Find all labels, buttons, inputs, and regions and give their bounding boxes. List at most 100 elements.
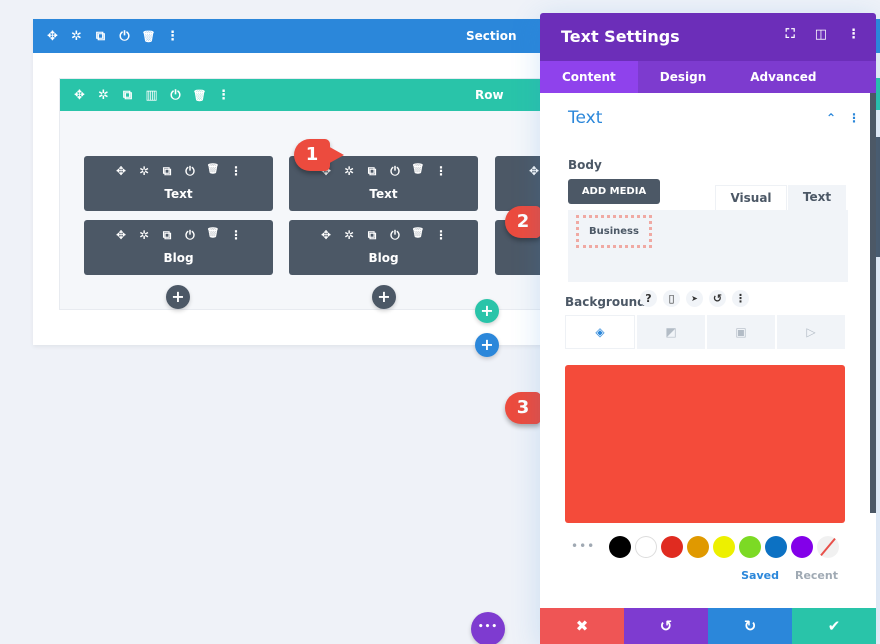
- swatch-blue[interactable]: [765, 536, 787, 558]
- gear-icon[interactable]: ✲: [342, 228, 356, 243]
- background-color-preview[interactable]: [565, 365, 845, 523]
- trash-icon[interactable]: 🗑: [206, 164, 220, 179]
- phone-icon[interactable]: ▯: [663, 290, 680, 307]
- add-row-button[interactable]: +: [475, 299, 499, 323]
- gear-icon[interactable]: ✲: [69, 29, 84, 44]
- undo-button[interactable]: ↺: [624, 608, 708, 644]
- focus-icon[interactable]: ⛶: [786, 27, 795, 42]
- move-icon[interactable]: ✥: [114, 164, 128, 179]
- swatch-black[interactable]: [609, 536, 631, 558]
- save-button[interactable]: ✔: [792, 608, 876, 644]
- toggle-title[interactable]: Text: [568, 108, 602, 128]
- section-title: Section: [466, 29, 517, 43]
- swatch-yellow[interactable]: [713, 536, 735, 558]
- swatch-white[interactable]: [635, 536, 657, 558]
- swatch-purple[interactable]: [791, 536, 813, 558]
- more-icon[interactable]: ⋮: [229, 228, 243, 243]
- module-label: Text: [369, 187, 398, 201]
- more-icon[interactable]: ⋮: [847, 27, 860, 42]
- modal-title: Text Settings: [561, 27, 680, 46]
- image-icon[interactable]: ▣: [707, 315, 775, 349]
- more-icon[interactable]: ⋮: [732, 290, 749, 307]
- move-icon[interactable]: ✥: [319, 228, 333, 243]
- duplicate-icon[interactable]: ⧉: [160, 164, 174, 179]
- more-icon[interactable]: ⋮: [434, 228, 448, 243]
- swatch-none-icon[interactable]: [817, 536, 839, 558]
- modal-body: Text ⌃ ⋮ Body ADD MEDIA Visual Text Busi…: [540, 93, 876, 608]
- module-blog-2[interactable]: ✥ ✲ ⧉ ⏻ 🗑 ⋮ Blog: [289, 220, 478, 275]
- editor-tab-text[interactable]: Text: [788, 185, 846, 210]
- power-icon[interactable]: ⏻: [183, 164, 197, 179]
- power-icon[interactable]: ⏻: [388, 228, 402, 243]
- trash-icon[interactable]: 🗑: [192, 89, 207, 102]
- duplicate-icon[interactable]: ⧉: [160, 228, 174, 243]
- color-swatches: •••: [565, 536, 850, 560]
- module-text-1[interactable]: ✥ ✲ ⧉ ⏻ 🗑 ⋮ Text: [84, 156, 273, 211]
- swatch-red[interactable]: [661, 536, 683, 558]
- trash-icon[interactable]: 🗑: [206, 228, 220, 243]
- recent-colors-link[interactable]: Recent: [795, 569, 838, 582]
- swatch-green[interactable]: [739, 536, 761, 558]
- page-settings-menu-button[interactable]: •••: [471, 612, 505, 644]
- swatch-orange[interactable]: [687, 536, 709, 558]
- body-editor[interactable]: Business: [568, 210, 848, 282]
- duplicate-icon[interactable]: ⧉: [365, 228, 379, 243]
- redo-button[interactable]: ↻: [708, 608, 792, 644]
- add-module-button[interactable]: +: [372, 285, 396, 309]
- power-icon[interactable]: ⏻: [388, 164, 402, 179]
- sidebar-icon[interactable]: ◫: [815, 27, 827, 42]
- redo-icon: ↻: [743, 617, 757, 635]
- gear-icon[interactable]: ✲: [96, 88, 111, 103]
- gradient-icon[interactable]: ◩: [637, 315, 705, 349]
- more-icon[interactable]: ⋮: [848, 111, 860, 125]
- tab-content[interactable]: Content: [540, 61, 638, 93]
- background-type-tabs: ◈ ◩ ▣ ▷: [565, 315, 845, 349]
- move-icon[interactable]: ✥: [45, 29, 60, 44]
- chevron-up-icon[interactable]: ⌃: [826, 111, 836, 125]
- paint-bucket-icon[interactable]: ◈: [565, 315, 635, 349]
- scrollbar[interactable]: [870, 93, 876, 513]
- help-icon[interactable]: ?: [640, 290, 657, 307]
- add-module-button[interactable]: +: [166, 285, 190, 309]
- gear-icon[interactable]: ✲: [342, 164, 356, 179]
- duplicate-icon[interactable]: ⧉: [93, 29, 108, 44]
- modal-header[interactable]: Text Settings ⛶ ◫ ⋮: [540, 13, 876, 61]
- more-icon[interactable]: ⋮: [216, 88, 231, 103]
- more-icon[interactable]: ⋮: [229, 164, 243, 179]
- tab-design[interactable]: Design: [638, 61, 729, 93]
- gear-icon[interactable]: ✲: [137, 228, 151, 243]
- module-blog-1[interactable]: ✥ ✲ ⧉ ⏻ 🗑 ⋮ Blog: [84, 220, 273, 275]
- move-icon[interactable]: ✥: [72, 88, 87, 103]
- video-icon[interactable]: ▷: [777, 315, 845, 349]
- trash-icon[interactable]: 🗑: [411, 228, 425, 243]
- saved-colors-link[interactable]: Saved: [741, 569, 779, 582]
- duplicate-icon[interactable]: ⧉: [120, 88, 135, 103]
- trash-icon[interactable]: 🗑: [141, 30, 156, 43]
- more-icon[interactable]: ⋮: [434, 164, 448, 179]
- gear-icon[interactable]: ✲: [137, 164, 151, 179]
- row-toolbar[interactable]: ✥ ✲ ⧉ ▥ ⏻ 🗑 ⋮ Row: [60, 79, 578, 111]
- module-label: Blog: [163, 251, 194, 265]
- add-section-button[interactable]: +: [475, 333, 499, 357]
- tab-advanced[interactable]: Advanced: [728, 61, 838, 93]
- columns-icon[interactable]: ▥: [144, 88, 159, 103]
- power-icon[interactable]: ⏻: [117, 29, 132, 44]
- cancel-button[interactable]: ✖: [540, 608, 624, 644]
- callout-1: 1: [294, 139, 344, 171]
- duplicate-icon[interactable]: ⧉: [365, 164, 379, 179]
- more-icon[interactable]: ⋮: [165, 29, 180, 44]
- section-toolbar[interactable]: ✥ ✲ ⧉ ⏻ 🗑 ⋮ Section: [33, 19, 573, 53]
- modal-tabs: Content Design Advanced: [540, 61, 876, 93]
- editor-tab-visual[interactable]: Visual: [715, 185, 787, 210]
- move-icon[interactable]: ✥: [527, 164, 541, 178]
- power-icon[interactable]: ⏻: [183, 228, 197, 243]
- check-icon: ✔: [827, 617, 841, 635]
- reset-icon[interactable]: ↺: [709, 290, 726, 307]
- trash-icon[interactable]: 🗑: [411, 164, 425, 179]
- more-colors-icon[interactable]: •••: [571, 539, 595, 553]
- add-media-button[interactable]: ADD MEDIA: [568, 179, 660, 204]
- row-title: Row: [475, 88, 504, 102]
- power-icon[interactable]: ⏻: [168, 88, 183, 103]
- pointer-icon[interactable]: ➤: [686, 290, 703, 307]
- move-icon[interactable]: ✥: [114, 228, 128, 243]
